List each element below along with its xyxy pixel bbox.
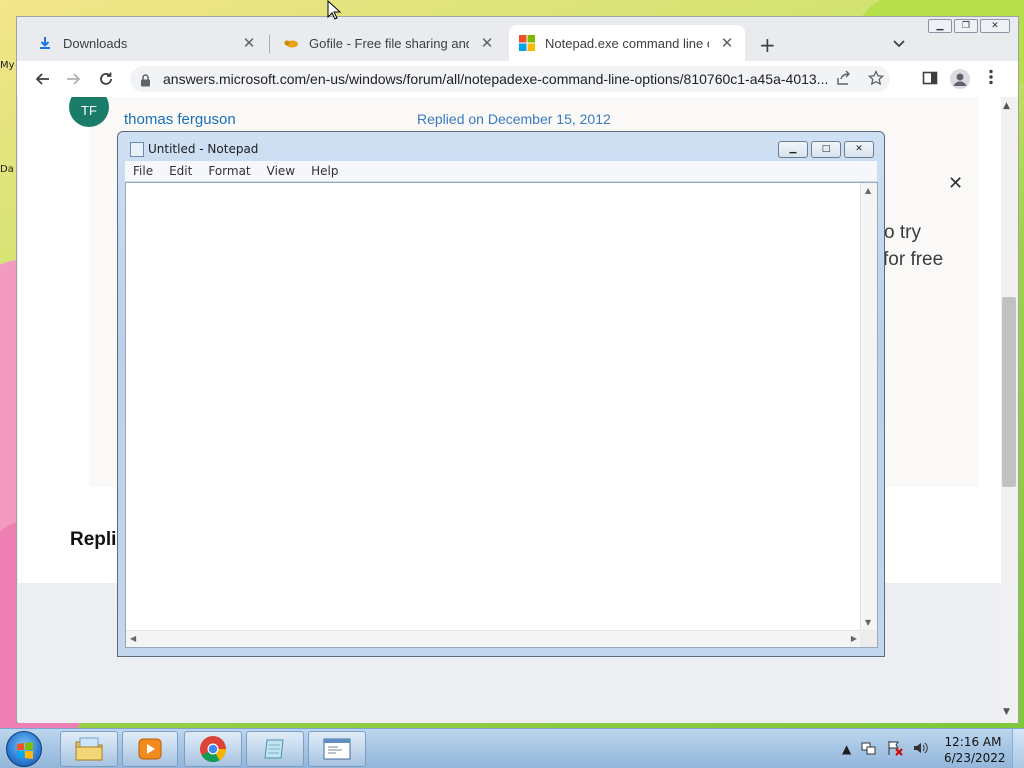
page-scrollbar-thumb[interactable] [1002,297,1016,487]
scroll-up-arrow-icon[interactable]: ▲ [1003,101,1010,111]
clock-date: 6/23/2022 [944,751,1006,765]
resize-grip-icon[interactable] [860,630,877,647]
tab-title: Downloads [63,35,128,51]
media-player-icon [138,738,162,760]
taskbar-media-player-button[interactable] [122,731,178,767]
windows-logo-icon [17,742,33,759]
notepad-horizontal-scrollbar[interactable]: ◀ ▶ [126,630,861,647]
taskbar-notepad-app-button[interactable] [246,731,304,767]
menu-edit[interactable]: Edit [161,161,200,181]
notepad-maximize-button[interactable]: □ [811,141,841,158]
show-hidden-icons-icon[interactable]: ▲ [842,742,851,756]
start-button[interactable] [6,731,42,767]
tab-title: Gofile - Free file sharing and storage [309,35,469,51]
menu-help[interactable]: Help [303,161,346,181]
mouse-pointer-icon [327,0,342,24]
gofile-squirrel-icon [283,35,299,51]
side-panel-icon[interactable] [922,70,938,90]
notepad-window: Untitled - Notepad ▁ □ ✕ File Edit Forma… [117,131,885,657]
taskbar: ▲ 12:16 AM 6/23/2022 [0,728,1024,768]
taskbar-chrome-button[interactable] [184,731,242,767]
notepad-window-controls: ▁ □ ✕ [778,141,874,158]
menu-file[interactable]: File [125,161,161,181]
folder-icon [75,737,103,761]
forward-arrow-icon[interactable] [63,68,85,90]
tab-close-icon[interactable]: ✕ [479,34,495,52]
scroll-down-arrow-icon[interactable]: ▼ [1003,707,1010,717]
share-icon[interactable] [836,70,852,90]
notepad-menubar: File Edit Format View Help [125,161,877,181]
notepad-close-button[interactable]: ✕ [844,141,874,158]
tab-close-icon[interactable]: ✕ [241,34,257,52]
microsoft-logo-icon [519,35,535,51]
scroll-down-arrow-icon[interactable]: ▼ [865,618,871,627]
menu-format[interactable]: Format [200,161,258,181]
scroll-left-arrow-icon[interactable]: ◀ [130,634,136,643]
notepad-minimize-button[interactable]: ▁ [778,141,808,158]
notepad-text-area[interactable]: ▲ ▼ ◀ ▶ [125,182,878,648]
tab-title: Notepad.exe command line options [545,35,709,51]
address-bar[interactable]: answers.microsoft.com/en-us/windows/foru… [130,66,890,92]
tab-search-chevron-icon[interactable] [893,37,905,51]
clock-time: 12:16 AM [944,735,1002,749]
taskbar-clock[interactable]: 12:16 AM 6/23/2022 [944,734,1006,766]
notepad-window-icon [323,738,351,760]
network-icon[interactable] [861,740,877,759]
reload-icon[interactable] [95,68,117,90]
profile-avatar-icon[interactable] [950,69,970,89]
system-tray: ▲ [842,729,929,768]
promo-text: for free [883,249,944,270]
notepad-title: Untitled - Notepad [148,142,259,156]
back-arrow-icon[interactable] [31,68,53,90]
tab-downloads[interactable]: Downloads ✕ [27,25,267,61]
tab-strip: Downloads ✕ Gofile - Free file sharing a… [17,25,1018,61]
notepad-app-icon [264,739,284,759]
browser-toolbar: answers.microsoft.com/en-us/windows/foru… [17,61,1018,97]
taskbar-notepad-window-button[interactable] [308,731,366,767]
notepad-icon [130,142,144,157]
new-tab-button[interactable]: + [759,33,776,57]
scroll-up-arrow-icon[interactable]: ▲ [865,186,871,195]
chrome-icon [200,736,227,763]
desktop-icon-label[interactable]: My [0,60,15,71]
reply-author-link[interactable]: thomas ferguson [124,111,236,128]
volume-icon[interactable] [913,740,929,759]
tab-separator [269,35,270,53]
dialog-close-icon[interactable]: ✕ [948,173,963,194]
notepad-vertical-scrollbar[interactable]: ▲ ▼ [860,183,877,630]
star-bookmark-icon[interactable] [867,69,885,90]
url-text[interactable]: answers.microsoft.com/en-us/windows/foru… [163,71,843,87]
desktop-icon-label[interactable]: Da [0,164,14,175]
menu-view[interactable]: View [259,161,303,181]
action-center-flag-icon[interactable] [887,740,903,759]
scroll-right-arrow-icon[interactable]: ▶ [851,634,857,643]
kebab-menu-icon[interactable] [989,69,993,89]
tab-notepad-options[interactable]: Notepad.exe command line options ✕ [509,25,745,61]
lock-icon[interactable] [140,72,151,91]
show-desktop-button[interactable] [1012,729,1024,768]
taskbar-explorer-button[interactable] [60,731,118,767]
promo-text: o try [884,222,921,243]
tab-gofile[interactable]: Gofile - Free file sharing and storage ✕ [273,25,505,61]
tab-close-icon[interactable]: ✕ [719,34,735,52]
reply-date: Replied on December 15, 2012 [417,111,611,127]
download-icon [37,35,53,51]
